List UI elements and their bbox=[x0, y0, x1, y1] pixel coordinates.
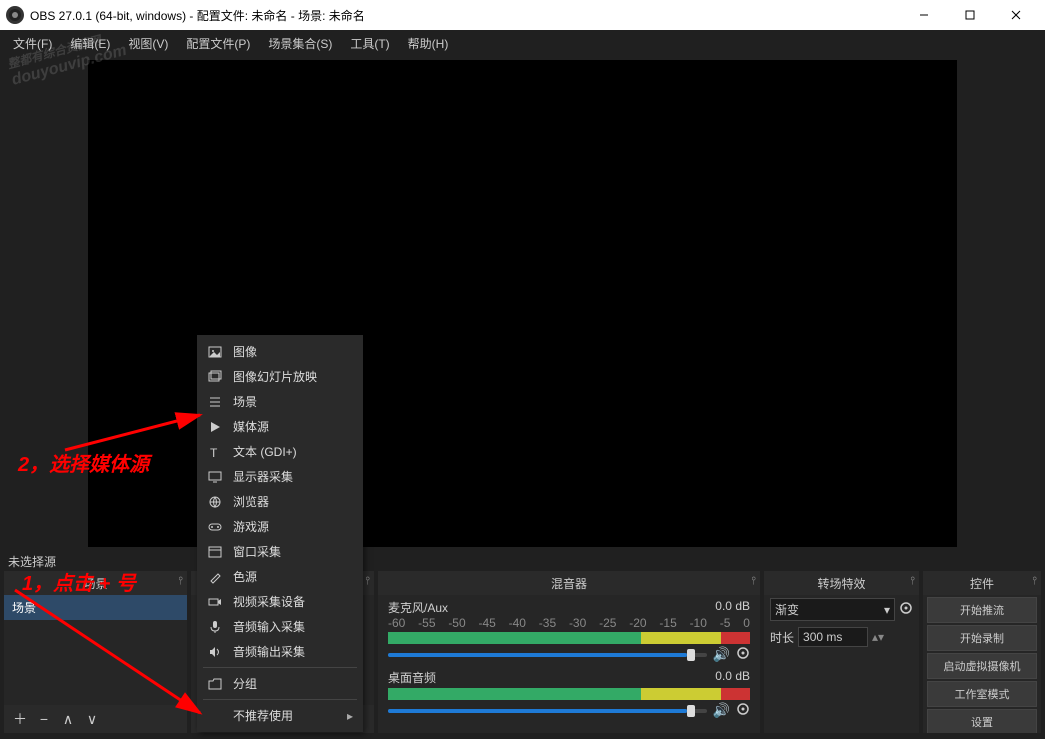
ctx-display[interactable]: 显示器采集 bbox=[197, 464, 363, 489]
mixer-track: 麦克风/Aux 0.0 dB -60-55-50-45-40-35-30-25-… bbox=[378, 595, 760, 665]
menu-profile[interactable]: 配置文件(P) bbox=[177, 31, 259, 56]
chevron-right-icon: ▸ bbox=[347, 709, 353, 723]
studio-mode-button[interactable]: 工作室模式 bbox=[927, 681, 1037, 707]
menu-bar: 文件(F) 编辑(E) 视图(V) 配置文件(P) 场景集合(S) 工具(T) … bbox=[0, 30, 1045, 56]
app-icon bbox=[6, 6, 24, 24]
mic-icon bbox=[207, 620, 223, 634]
ctx-scene[interactable]: 场景 bbox=[197, 389, 363, 414]
transition-select[interactable]: 渐变▾ bbox=[770, 598, 895, 621]
spinner-icon[interactable]: ▴▾ bbox=[872, 630, 884, 644]
image-icon bbox=[207, 345, 223, 359]
window-icon bbox=[207, 545, 223, 559]
ctx-browser[interactable]: 浏览器 bbox=[197, 489, 363, 514]
speaker-icon bbox=[207, 645, 223, 659]
mixer-title: 混音器 bbox=[551, 575, 587, 592]
ctx-window[interactable]: 窗口采集 bbox=[197, 539, 363, 564]
add-scene-button[interactable]: ＋ bbox=[10, 709, 30, 729]
menu-help[interactable]: 帮助(H) bbox=[399, 31, 458, 56]
folder-icon bbox=[207, 677, 223, 691]
start-streaming-button[interactable]: 开始推流 bbox=[927, 597, 1037, 623]
browser-icon bbox=[207, 495, 223, 509]
mixer-panel: 混音器 ⫯ 麦克风/Aux 0.0 dB -60-55-50-45-40-35-3… bbox=[378, 571, 760, 733]
speaker-icon[interactable]: 🔊 bbox=[713, 702, 730, 719]
game-icon bbox=[207, 520, 223, 534]
color-icon bbox=[207, 570, 223, 584]
popout-icon[interactable]: ⫯ bbox=[910, 575, 915, 588]
ctx-audio-input[interactable]: 音频输入采集 bbox=[197, 614, 363, 639]
ctx-image[interactable]: 图像 bbox=[197, 339, 363, 364]
start-recording-button[interactable]: 开始录制 bbox=[927, 625, 1037, 651]
menu-scene-collection[interactable]: 场景集合(S) bbox=[259, 31, 341, 56]
popout-icon[interactable]: ⫯ bbox=[178, 575, 183, 588]
volume-slider[interactable] bbox=[388, 653, 707, 657]
ctx-deprecated[interactable]: 不推荐使用▸ bbox=[197, 703, 363, 728]
scenes-toolbar: ＋ − ∧ ∨ bbox=[4, 705, 187, 733]
controls-title: 控件 bbox=[970, 575, 994, 592]
status-row: 未选择源 ⫯ bbox=[0, 551, 1045, 571]
controls-panel: 控件⫯ 开始推流 开始录制 启动虚拟摄像机 工作室模式 设置 退出 bbox=[923, 571, 1041, 733]
duration-input[interactable] bbox=[798, 627, 868, 647]
popout-icon[interactable]: ⫯ bbox=[365, 575, 370, 588]
db-scale: -60-55-50-45-40-35-30-25-20-15-10-50 bbox=[388, 616, 750, 630]
remove-scene-button[interactable]: − bbox=[34, 709, 54, 729]
camera-icon bbox=[207, 595, 223, 609]
popout-icon[interactable]: ⫯ bbox=[751, 575, 756, 588]
track-db: 0.0 dB bbox=[715, 599, 750, 616]
ctx-video-capture[interactable]: 视频采集设备 bbox=[197, 589, 363, 614]
start-virtual-cam-button[interactable]: 启动虚拟摄像机 bbox=[927, 653, 1037, 679]
add-source-menu: 图像 图像幻灯片放映 场景 媒体源 T文本 (GDI+) 显示器采集 浏览器 游… bbox=[197, 335, 363, 732]
ctx-slideshow[interactable]: 图像幻灯片放映 bbox=[197, 364, 363, 389]
scene-item[interactable]: 场景 bbox=[4, 595, 187, 620]
audio-meter bbox=[388, 688, 750, 700]
mixer-track: 桌面音频 0.0 dB 🔊 bbox=[378, 665, 760, 721]
menu-file[interactable]: 文件(F) bbox=[4, 31, 61, 56]
speaker-icon[interactable]: 🔊 bbox=[713, 646, 730, 663]
transition-props-button[interactable] bbox=[899, 601, 913, 618]
ctx-media[interactable]: 媒体源 bbox=[197, 414, 363, 439]
scene-up-button[interactable]: ∧ bbox=[58, 709, 78, 729]
track-name: 桌面音频 bbox=[388, 669, 436, 686]
track-settings-button[interactable] bbox=[736, 702, 750, 719]
ctx-text[interactable]: T文本 (GDI+) bbox=[197, 439, 363, 464]
minimize-button[interactable] bbox=[901, 0, 947, 30]
volume-slider[interactable] bbox=[388, 709, 707, 713]
ctx-game[interactable]: 游戏源 bbox=[197, 514, 363, 539]
scenes-title: 场景 bbox=[83, 575, 107, 592]
slideshow-icon bbox=[207, 370, 223, 384]
maximize-button[interactable] bbox=[947, 0, 993, 30]
settings-button[interactable]: 设置 bbox=[927, 709, 1037, 733]
ctx-color[interactable]: 色源 bbox=[197, 564, 363, 589]
duration-label: 时长 bbox=[770, 629, 794, 646]
scenes-panel: 场景 ⫯ 场景 ＋ − ∧ ∨ bbox=[4, 571, 187, 733]
scene-down-button[interactable]: ∨ bbox=[82, 709, 102, 729]
ctx-audio-output[interactable]: 音频输出采集 bbox=[197, 639, 363, 664]
transitions-title: 转场特效 bbox=[817, 575, 865, 592]
scene-icon bbox=[207, 395, 223, 409]
popout-icon[interactable]: ⫯ bbox=[1032, 575, 1037, 588]
title-bar: OBS 27.0.1 (64-bit, windows) - 配置文件: 未命名… bbox=[0, 0, 1045, 30]
text-icon: T bbox=[207, 445, 223, 459]
transitions-panel: 转场特效 ⫯ 渐变▾ 时长 ▴▾ bbox=[764, 571, 919, 733]
window-title: OBS 27.0.1 (64-bit, windows) - 配置文件: 未命名… bbox=[30, 7, 901, 24]
menu-tools[interactable]: 工具(T) bbox=[341, 31, 398, 56]
display-icon bbox=[207, 470, 223, 484]
svg-text:T: T bbox=[210, 446, 218, 459]
audio-meter bbox=[388, 632, 750, 644]
ctx-group[interactable]: 分组 bbox=[197, 671, 363, 696]
track-name: 麦克风/Aux bbox=[388, 599, 448, 616]
close-button[interactable] bbox=[993, 0, 1039, 30]
media-icon bbox=[207, 420, 223, 434]
track-db: 0.0 dB bbox=[715, 669, 750, 686]
track-settings-button[interactable] bbox=[736, 646, 750, 663]
menu-view[interactable]: 视图(V) bbox=[119, 31, 177, 56]
menu-edit[interactable]: 编辑(E) bbox=[61, 31, 119, 56]
no-source-label: 未选择源 bbox=[8, 553, 56, 570]
